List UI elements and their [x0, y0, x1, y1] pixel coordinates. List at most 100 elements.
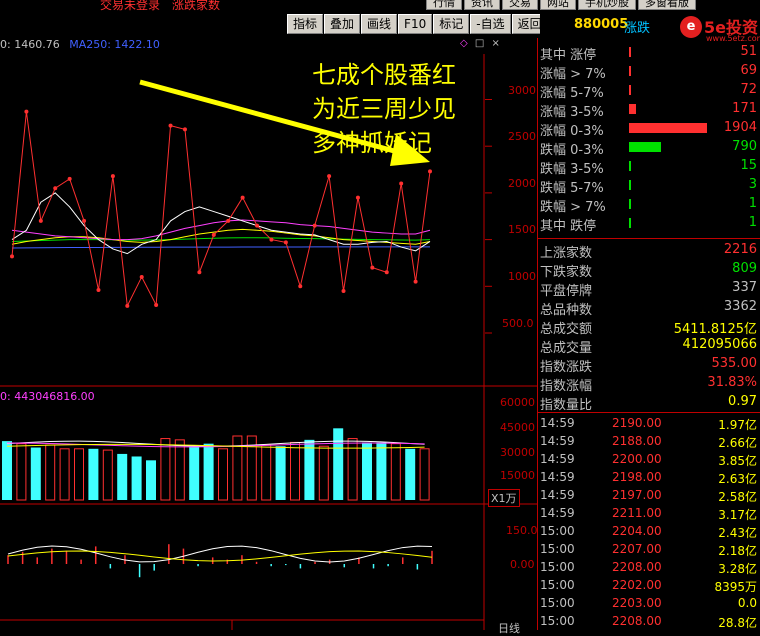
price-point: [139, 274, 144, 279]
tick-row: 15:00 2203.00 0.0: [537, 595, 760, 613]
breadth-label: 其中 跌停: [540, 219, 597, 234]
price-point: [38, 218, 43, 223]
tick-time: 14:59: [540, 470, 575, 484]
breadth-value: 3: [748, 177, 757, 192]
price-point: [355, 195, 360, 200]
annotation-line-2: 为近三周少见: [312, 95, 456, 123]
price-point: [110, 174, 115, 179]
price-point: [283, 240, 288, 245]
breadth-value: 15: [740, 158, 757, 173]
security-header: 880005 涨跌 e 5e投资 www.5etz.com: [540, 14, 760, 43]
volume-bar: [174, 439, 185, 501]
price-axis-label: 1000: [508, 270, 536, 283]
tick-price: 2202.00: [612, 578, 662, 592]
price-point: [226, 218, 231, 223]
volume-bar: [16, 443, 27, 501]
breadth-bar: [629, 180, 631, 190]
breadth-value: 1: [748, 215, 757, 230]
tick-row: 15:00 2207.00 2.18亿: [537, 541, 760, 559]
stat-label: 指数量比: [540, 398, 593, 413]
draw-line-button[interactable]: 画线: [361, 14, 398, 34]
price-point: [154, 302, 159, 307]
volume-bar: [117, 453, 128, 500]
menu-news[interactable]: 资讯: [464, 0, 500, 10]
tick-price: 2200.00: [612, 452, 662, 466]
price-point: [341, 288, 346, 293]
stat-value: 337: [732, 280, 757, 295]
volume-bar: [203, 443, 214, 500]
price-point: [10, 254, 14, 259]
price-point: [384, 270, 389, 275]
tick-row: 15:00 2202.00 8395万: [537, 577, 760, 595]
tick-row: 14:59 2197.00 2.58亿: [537, 487, 760, 505]
price-axis-label: 2500: [508, 130, 536, 143]
overlay-button[interactable]: 叠加: [324, 14, 361, 34]
tick-volume: 2.63亿: [718, 472, 757, 486]
stat-value: 809: [732, 261, 757, 276]
volume-bar: [419, 448, 430, 501]
tick-volume: 8395万: [714, 580, 757, 594]
price-point: [53, 186, 58, 191]
tick-price: 2204.00: [612, 524, 662, 538]
price-point: [125, 303, 130, 308]
tick-row: 14:59 2190.00 1.97亿: [537, 415, 760, 433]
price-point: [82, 218, 87, 223]
menu-website[interactable]: 网站: [540, 0, 576, 10]
volume-bar: [30, 447, 41, 500]
price-point: [168, 123, 173, 128]
indicator-button[interactable]: 指标: [287, 14, 324, 34]
top-strip: 交易未登录 涨跌家数 行情 资讯 交易 网站 手机炒股 多窗看版: [0, 0, 760, 14]
price-axis-label: 500.0: [502, 317, 534, 330]
chart-toolbar: 指标 叠加 画线 F10 标记 -自选 返回: [286, 14, 548, 34]
tick-price: 2190.00: [612, 416, 662, 430]
volume-bar: [333, 428, 344, 500]
tick-price: 2203.00: [612, 596, 662, 610]
tick-row: 15:00 2208.00 28.8亿: [537, 613, 760, 631]
breadth-value: 1: [748, 196, 757, 211]
tick-row: 14:59 2211.00 3.17亿: [537, 505, 760, 523]
stat-row: 总成交量 412095066: [537, 335, 760, 356]
mark-button[interactable]: 标记: [433, 14, 470, 34]
stat-value: 3362: [723, 299, 757, 314]
tick-price: 2208.00: [612, 614, 662, 628]
menu-multiwindow[interactable]: 多窗看版: [638, 0, 696, 10]
stat-row: 总品种数 3362: [537, 297, 760, 318]
price-point: [96, 288, 101, 293]
volume-bar: [131, 456, 142, 500]
tick-time: 15:00: [540, 614, 575, 628]
login-status[interactable]: 交易未登录: [100, 0, 160, 13]
volume-bar: [261, 444, 272, 501]
price-point: [240, 195, 245, 200]
f10-button[interactable]: F10: [398, 14, 433, 34]
breadth-value: 1904: [723, 120, 757, 135]
stat-value: 0.97: [728, 394, 757, 409]
price-point: [67, 176, 72, 181]
menu-mobile[interactable]: 手机炒股: [578, 0, 636, 10]
breadth-row: 跌幅 > 7% 1: [537, 194, 760, 215]
volume-bar: [88, 448, 99, 500]
stat-row: 下跌家数 809: [537, 259, 760, 280]
volume-bar: [59, 448, 70, 501]
menu-quotes[interactable]: 行情: [426, 0, 462, 10]
price-point: [24, 109, 29, 114]
watchlist-button[interactable]: -自选: [470, 14, 511, 34]
volume-bar: [304, 439, 315, 500]
breadth-panel: 其中 涨停 51 涨幅 > 7% 69 涨幅 5-7% 72 涨幅 3-5% 171 涨幅 0-…: [537, 38, 760, 630]
ma-blue-line: [11, 246, 430, 249]
kline-chart[interactable]: [0, 34, 537, 630]
breadth-bar: [629, 47, 631, 57]
breadth-bar: [629, 104, 637, 114]
breadth-bar: [629, 218, 631, 228]
breadth-value: 69: [740, 63, 757, 78]
tick-row: 15:00 2204.00 2.43亿: [537, 523, 760, 541]
tick-price: 2188.00: [612, 434, 662, 448]
indicator-name: 涨跌家数: [172, 0, 221, 12]
price-point: [413, 279, 418, 284]
volume-bar: [275, 446, 286, 500]
period-label[interactable]: 日线: [498, 620, 520, 636]
stat-row: 指数量比 0.97: [537, 392, 760, 413]
macd-axis-label: 150.0: [506, 524, 538, 537]
top-menu: 行情 资讯 交易 网站 手机炒股 多窗看版: [424, 0, 696, 10]
tick-time: 15:00: [540, 524, 575, 538]
menu-trade[interactable]: 交易: [502, 0, 538, 10]
